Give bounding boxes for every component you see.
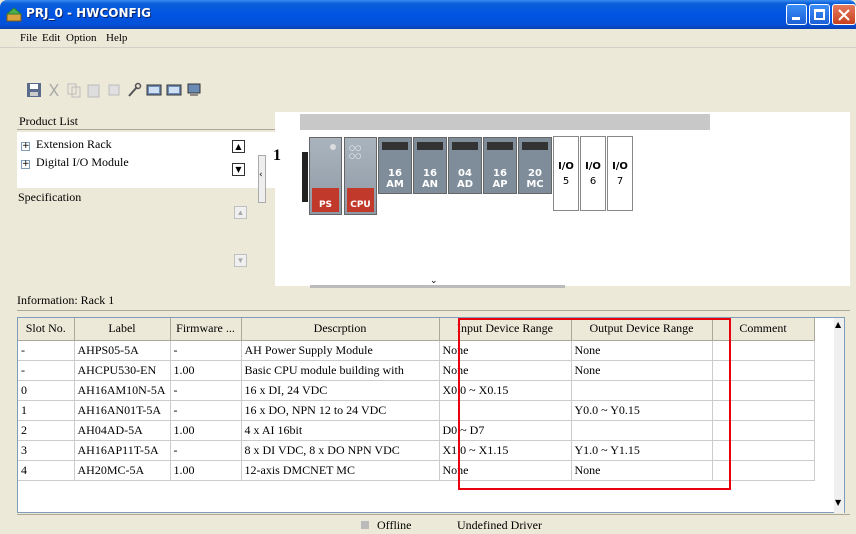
table-cell: AHCPU530-EN xyxy=(74,360,171,381)
table-scrollbar[interactable]: ▲ ▼ xyxy=(834,318,844,513)
minimize-button[interactable] xyxy=(786,4,807,25)
table-cell: - xyxy=(170,440,242,461)
scan-icon[interactable] xyxy=(186,82,202,98)
table-cell: 16 x DI, 24 VDC xyxy=(241,380,440,401)
column-header[interactable]: Descrption xyxy=(241,318,440,341)
empty-slot-5[interactable]: I/O 5 xyxy=(553,136,579,211)
app-icon xyxy=(6,7,22,22)
close-button[interactable] xyxy=(832,4,856,25)
status-bar: Offline Undefined Driver xyxy=(17,514,850,534)
information-label: Information: Rack 1 xyxy=(17,293,115,307)
expand-icon[interactable]: + xyxy=(21,160,30,169)
tree-item-digital-io[interactable]: + Digital I/O Module xyxy=(21,155,129,170)
specification-area xyxy=(17,205,258,287)
maximize-button[interactable] xyxy=(809,4,830,25)
table-cell: 1.00 xyxy=(170,360,242,381)
table-cell: - xyxy=(18,360,75,381)
menu-bar: File Edit Option Help xyxy=(0,29,856,48)
table-cell: 2 xyxy=(18,420,75,441)
title-bar: PRJ_0 - HWCONFIG xyxy=(0,0,856,29)
product-list-header: Product List xyxy=(17,112,275,130)
chevron-down-icon[interactable]: ⌄ xyxy=(430,276,438,286)
highlight-device-ranges xyxy=(458,318,731,490)
toolbar xyxy=(0,48,856,110)
table-cell: AH16AP11T-5A xyxy=(74,440,171,461)
maximize-icon xyxy=(814,9,825,20)
table-cell: 1.00 xyxy=(170,460,242,481)
spec-scroll-down-icon[interactable]: ▼ xyxy=(234,254,247,267)
scroll-down-icon[interactable]: ▼ xyxy=(232,163,245,176)
download-icon[interactable] xyxy=(146,82,162,98)
module-20mc[interactable]: 20 MC xyxy=(518,137,552,194)
rack-rail xyxy=(302,152,308,202)
empty-slot-6[interactable]: I/O 6 xyxy=(580,136,606,211)
specification-label: Specification xyxy=(18,190,82,204)
table-cell: 12-axis DMCNET MC xyxy=(241,460,440,481)
table-cell: 8 x DI VDC, 8 x DO NPN VDC xyxy=(241,440,440,461)
tree-item-extension-rack[interactable]: + Extension Rack xyxy=(21,137,112,152)
table-cell: 4 x AI 16bit xyxy=(241,420,440,441)
module-ps[interactable]: PS xyxy=(309,137,342,215)
window-title: PRJ_0 - HWCONFIG xyxy=(26,6,152,20)
status-led: ○○ ○○ xyxy=(349,144,362,160)
chevron-left-icon: ‹ xyxy=(259,170,263,180)
empty-slot-7[interactable]: I/O 7 xyxy=(607,136,633,211)
table-cell: AH16AN01T-5A xyxy=(74,400,171,421)
copy-icon[interactable] xyxy=(66,82,82,98)
table-cell: 4 xyxy=(18,460,75,481)
status-indicator-icon xyxy=(361,521,369,529)
module-16am[interactable]: 16 AM xyxy=(378,137,412,194)
table-cell: - xyxy=(18,340,75,361)
paste-icon[interactable] xyxy=(86,82,102,98)
column-header[interactable]: Firmware ... xyxy=(170,318,242,341)
menu-option[interactable]: Option xyxy=(66,32,97,44)
menu-help[interactable]: Help xyxy=(106,32,127,44)
upload-icon[interactable] xyxy=(166,82,182,98)
table-cell: - xyxy=(170,400,242,421)
scroll-up-icon[interactable]: ▲ xyxy=(232,140,245,153)
module-cpu[interactable]: ○○ ○○ CPU xyxy=(344,137,377,215)
module-04ad[interactable]: 04 AD xyxy=(448,137,482,194)
scroll-down-icon[interactable]: ▼ xyxy=(835,498,841,507)
table-cell: AH Power Supply Module xyxy=(241,340,440,361)
close-icon xyxy=(838,9,850,21)
menu-file[interactable]: File xyxy=(20,32,37,44)
module-16an[interactable]: 16 AN xyxy=(413,137,447,194)
save-icon[interactable] xyxy=(26,82,42,98)
table-cell: - xyxy=(170,380,242,401)
module-16ap[interactable]: 16 AP xyxy=(483,137,517,194)
table-cell: 0 xyxy=(18,380,75,401)
column-header[interactable]: Label xyxy=(74,318,171,341)
table-cell: AHPS05-5A xyxy=(74,340,171,361)
table-cell: 16 x DO, NPN 12 to 24 VDC xyxy=(241,400,440,421)
delete-icon[interactable] xyxy=(106,82,122,98)
table-cell: AH16AM10N-5A xyxy=(74,380,171,401)
wrench-icon[interactable] xyxy=(126,82,142,98)
column-header[interactable]: Slot No. xyxy=(18,318,75,341)
expand-icon[interactable]: + xyxy=(21,142,30,151)
connection-status: Offline xyxy=(377,518,412,532)
spec-scroll-up-icon[interactable]: ▲ xyxy=(234,206,247,219)
rack-header-bar xyxy=(300,114,710,130)
driver-status: Undefined Driver xyxy=(457,518,542,532)
minimize-icon xyxy=(792,17,800,20)
table-cell: AH04AD-5A xyxy=(74,420,171,441)
cut-icon[interactable] xyxy=(46,82,62,98)
scroll-up-icon[interactable]: ▲ xyxy=(835,320,841,329)
table-cell: Basic CPU module building with xyxy=(241,360,440,381)
menu-edit[interactable]: Edit xyxy=(42,32,60,44)
rack-collapse-handle[interactable]: ‹ xyxy=(258,155,266,203)
rack-number: 1 xyxy=(273,147,281,164)
table-cell: 3 xyxy=(18,440,75,461)
table-cell: - xyxy=(170,340,242,361)
status-led xyxy=(330,144,336,150)
divider xyxy=(17,310,850,311)
table-cell: AH20MC-5A xyxy=(74,460,171,481)
table-cell: 1.00 xyxy=(170,420,242,441)
table-cell: 1 xyxy=(18,400,75,421)
